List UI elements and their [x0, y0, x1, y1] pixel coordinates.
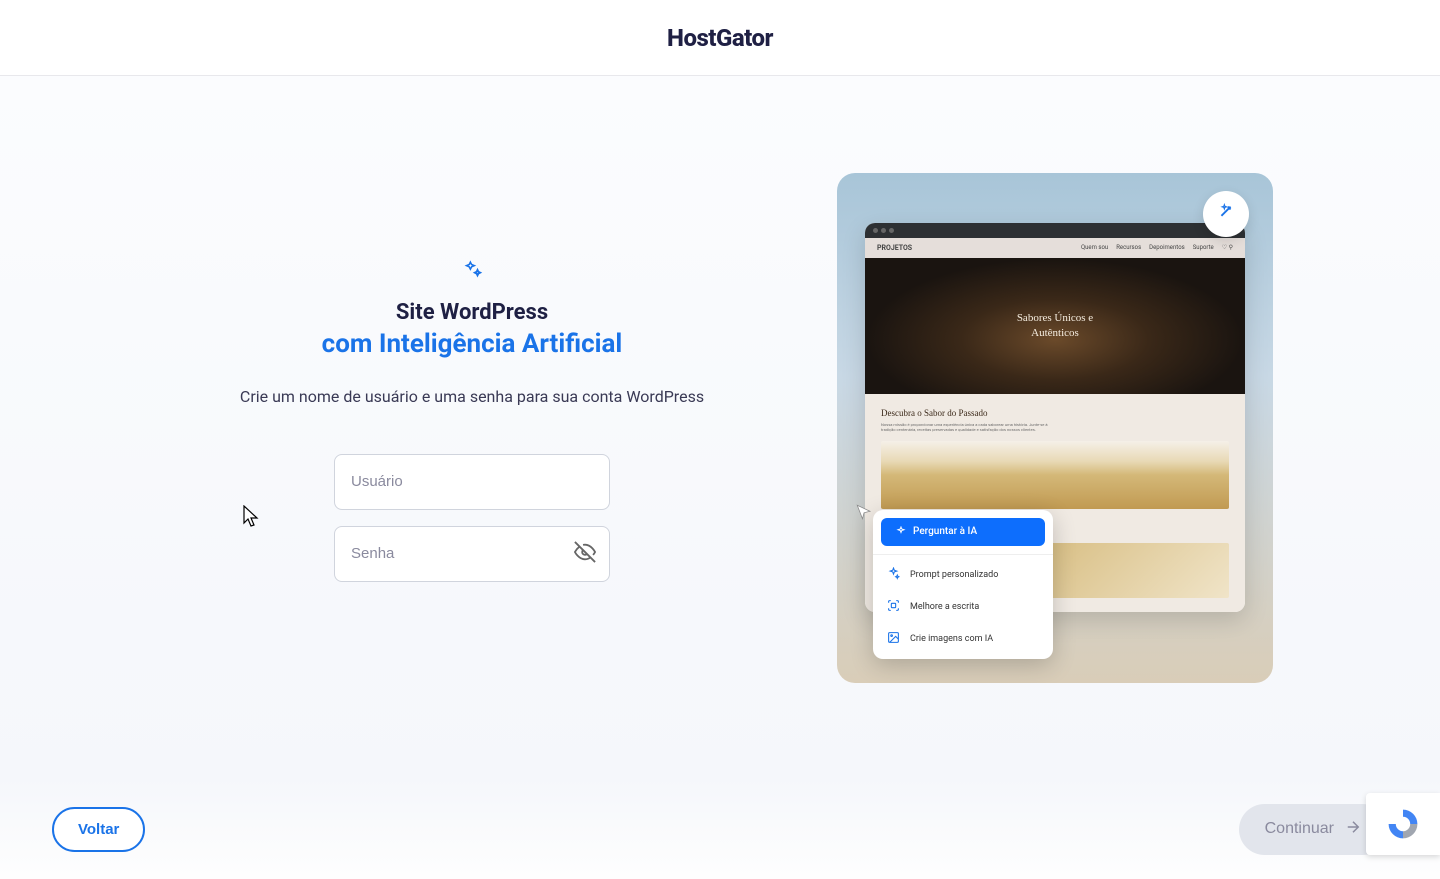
- title-line-1: Site WordPress: [396, 300, 548, 325]
- ai-menu: Perguntar à IA Prompt personalizado Melh…: [873, 510, 1053, 659]
- preview-food-image: [881, 441, 1229, 509]
- username-group: [334, 454, 610, 510]
- sparkle-icon: [461, 258, 483, 284]
- ai-menu-label: Prompt personalizado: [910, 570, 998, 580]
- scan-icon: [887, 599, 900, 615]
- preview-content: Descubra o Sabor do Passado Nossa missão…: [865, 394, 1245, 519]
- password-input[interactable]: [334, 526, 610, 582]
- preview-nav-item: Recursos: [1116, 244, 1141, 251]
- form-column: Site WordPress com Inteligência Artifici…: [167, 258, 777, 598]
- preview-site-header: PROJETOS Quem sou Recursos Depoimentos S…: [865, 238, 1245, 258]
- ai-menu-item-improve[interactable]: Melhore a escrita: [873, 591, 1053, 623]
- ask-ai-label: Perguntar à IA: [913, 526, 977, 537]
- ai-badge-icon: [1203, 191, 1249, 237]
- footer: Voltar Continuar: [0, 779, 1440, 879]
- preview-column: PROJETOS Quem sou Recursos Depoimentos S…: [837, 173, 1273, 683]
- continue-label: Continuar: [1265, 820, 1334, 838]
- ai-menu-label: Melhore a escrita: [910, 602, 979, 612]
- main-content: Site WordPress com Inteligência Artifici…: [0, 76, 1440, 779]
- preview-hero-title-2: Autênticos: [1017, 326, 1093, 340]
- cursor-icon: [855, 503, 873, 525]
- username-input[interactable]: [334, 454, 610, 510]
- preview-hero-title-1: Sabores Únicos e: [1017, 311, 1093, 325]
- ask-ai-button[interactable]: Perguntar à IA: [881, 518, 1045, 546]
- preview-content-title: Descubra o Sabor do Passado: [881, 408, 1229, 418]
- arrow-right-icon: [1344, 818, 1362, 841]
- preview-content-desc: Nossa missão é proporcionar uma experiên…: [881, 422, 1061, 433]
- back-button[interactable]: Voltar: [52, 807, 145, 852]
- password-group: [334, 526, 610, 582]
- preview-nav-item: Depoimentos: [1149, 244, 1185, 251]
- recaptcha-icon: [1385, 806, 1421, 842]
- title-line-2: com Inteligência Artificial: [322, 329, 623, 359]
- preview-nav-item: Quem sou: [1081, 244, 1108, 251]
- preview-nav-item: Suporte: [1193, 244, 1214, 251]
- ai-menu-label: Crie imagens com IA: [910, 634, 993, 644]
- preview-hero: Sabores Únicos e Autênticos: [865, 258, 1245, 394]
- browser-bar: [865, 223, 1245, 238]
- preview-site-logo: PROJETOS: [877, 244, 912, 252]
- header: HostGator: [0, 0, 1440, 76]
- sparkle-small-icon: [887, 567, 900, 583]
- recaptcha-badge: [1366, 793, 1440, 855]
- preview-card: PROJETOS Quem sou Recursos Depoimentos S…: [837, 173, 1273, 683]
- image-ai-icon: [887, 631, 900, 647]
- eye-off-icon[interactable]: [574, 541, 596, 567]
- ai-menu-item-images[interactable]: Crie imagens com IA: [873, 623, 1053, 655]
- subtitle: Crie um nome de usuário e uma senha para…: [240, 387, 704, 406]
- logo: HostGator: [667, 24, 773, 52]
- ai-menu-item-prompt[interactable]: Prompt personalizado: [873, 559, 1053, 591]
